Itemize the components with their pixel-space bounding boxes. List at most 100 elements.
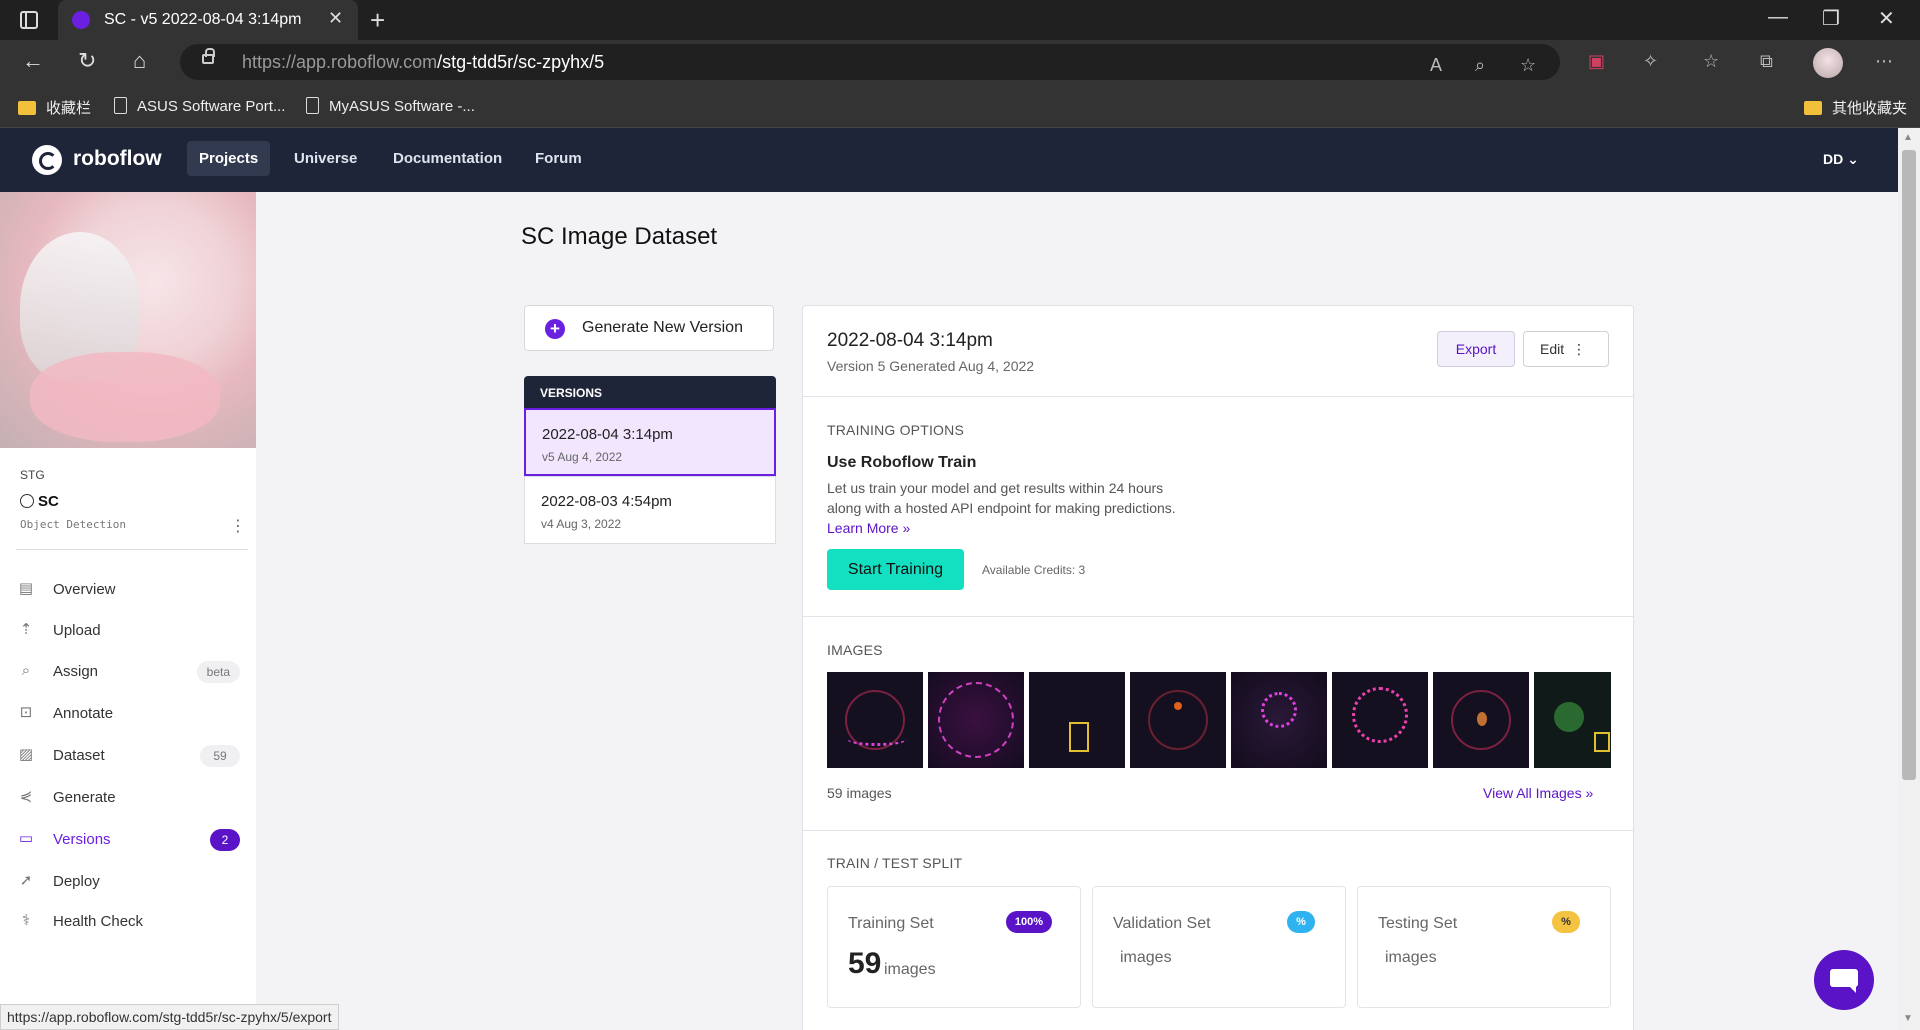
- extensions-icon[interactable]: ✧: [1643, 51, 1658, 72]
- version-title: 2022-08-04 3:14pm: [827, 330, 993, 351]
- read-aloud-icon[interactable]: A: [1430, 55, 1442, 76]
- app-navbar: roboflow Projects Universe Documentation…: [0, 128, 1898, 192]
- sidebar-item-annotate[interactable]: ⊡ Annotate: [16, 699, 240, 729]
- training-title: Use Roboflow Train: [827, 454, 977, 471]
- view-all-images-link[interactable]: View All Images »: [1483, 785, 1593, 801]
- image-thumbnail[interactable]: [1231, 672, 1327, 768]
- training-description: Let us train your model and get results …: [827, 480, 1176, 536]
- project-menu-icon[interactable]: ⋮: [230, 516, 246, 536]
- testing-percent-badge: %: [1552, 911, 1580, 933]
- image-thumbnail[interactable]: [1433, 672, 1529, 768]
- sidebar-item-generate[interactable]: ⋞ Generate: [16, 783, 240, 813]
- training-percent-badge: 100%: [1006, 911, 1052, 933]
- more-vertical-icon: ⋮: [1572, 341, 1586, 357]
- chat-widget-button[interactable]: [1814, 950, 1874, 1010]
- tab-title: SC - v5 2022-08-04 3:14pm: [104, 11, 302, 28]
- overview-icon: ▤: [18, 580, 34, 597]
- bookmark-folder[interactable]: 收藏栏: [18, 97, 91, 118]
- training-options-label: TRAINING OPTIONS: [827, 422, 964, 438]
- lock-icon[interactable]: [202, 48, 215, 64]
- available-credits: Available Credits: 3: [982, 563, 1086, 577]
- folder-icon: [1804, 101, 1822, 115]
- image-thumbnail[interactable]: [1029, 672, 1125, 768]
- refresh-icon[interactable]: ↻: [78, 48, 96, 74]
- scrollbar-thumb[interactable]: [1902, 150, 1916, 780]
- image-count: 59 images: [827, 785, 892, 801]
- project-image: [0, 192, 256, 448]
- back-icon[interactable]: ←: [22, 48, 44, 74]
- chevron-down-icon: ⌄: [1847, 151, 1859, 167]
- learn-more-link[interactable]: Learn More »: [827, 520, 910, 536]
- sidebar-item-health-check[interactable]: ⚕ Health Check: [16, 907, 240, 937]
- image-thumbnail[interactable]: [928, 672, 1024, 768]
- roboflow-favicon-icon: [72, 11, 90, 29]
- edit-button[interactable]: Edit ⋮: [1523, 331, 1609, 367]
- roboflow-app: roboflow Projects Universe Documentation…: [0, 128, 1898, 1030]
- profile-avatar[interactable]: [1813, 48, 1843, 78]
- version-card-v5[interactable]: 2022-08-04 3:14pm v5 Aug 4, 2022: [524, 408, 776, 476]
- url-text: https://app.roboflow.com/stg-tdd5r/sc-zp…: [242, 52, 605, 72]
- project-name: SC: [20, 493, 59, 510]
- version-card-v4[interactable]: 2022-08-03 4:54pm v4 Aug 3, 2022: [524, 476, 776, 544]
- page-title: SC Image Dataset: [521, 223, 718, 250]
- testing-set-box: Testing Set % images: [1357, 886, 1611, 1008]
- user-menu[interactable]: DD ⌄: [1823, 151, 1859, 168]
- nav-forum[interactable]: Forum: [535, 150, 582, 167]
- nav-documentation[interactable]: Documentation: [393, 150, 502, 167]
- close-tab-icon[interactable]: ✕: [328, 8, 343, 29]
- sidebar-item-versions[interactable]: ▭ Versions 2: [16, 825, 240, 855]
- minimize-icon[interactable]: —: [1768, 6, 1788, 29]
- bookmark-other-folder[interactable]: 其他收藏夹: [1804, 97, 1907, 118]
- image-thumbnail[interactable]: [1130, 672, 1226, 768]
- nav-projects[interactable]: Projects: [187, 141, 271, 176]
- sidebar-item-deploy[interactable]: ➚ Deploy: [16, 867, 240, 897]
- restore-icon[interactable]: ❐: [1822, 6, 1840, 31]
- tab-actions-icon[interactable]: [20, 11, 38, 29]
- sidebar-item-overview[interactable]: ▤ Overview: [16, 575, 240, 605]
- images-label: IMAGES: [827, 642, 883, 658]
- divider: [803, 396, 1633, 397]
- zoom-icon[interactable]: ⌕: [1475, 55, 1485, 76]
- browser-toolbar: ← ↻ ⌂ https://app.roboflow.com/stg-tdd5r…: [0, 40, 1920, 85]
- folder-icon: [18, 101, 36, 115]
- export-button[interactable]: Export: [1437, 331, 1515, 367]
- nav-universe[interactable]: Universe: [294, 150, 357, 167]
- logo-text[interactable]: roboflow: [73, 147, 162, 171]
- versions-icon: ▭: [18, 830, 34, 847]
- validation-percent-badge: %: [1287, 911, 1315, 933]
- bookmark-asus-portal[interactable]: ASUS Software Port...: [114, 97, 285, 115]
- more-icon[interactable]: ⋯: [1875, 51, 1893, 72]
- search-icon: ⌕: [21, 662, 31, 679]
- image-thumbnail[interactable]: [827, 672, 923, 768]
- sidebar-item-assign[interactable]: ⌕ Assign beta: [16, 657, 240, 687]
- training-set-box: Training Set 100% 59 images: [827, 886, 1081, 1008]
- globe-icon: [20, 494, 34, 508]
- favorite-add-icon[interactable]: ☆: [1520, 55, 1536, 76]
- image-thumbnail[interactable]: [1534, 672, 1611, 768]
- extension-icon[interactable]: ▣: [1588, 51, 1605, 72]
- browser-tab[interactable]: SC - v5 2022-08-04 3:14pm ✕: [58, 0, 358, 40]
- bookmark-myasus[interactable]: MyASUS Software -...: [306, 97, 475, 115]
- dataset-icon: ▨: [18, 746, 34, 763]
- new-tab-button[interactable]: +: [370, 5, 385, 36]
- image-thumbnail[interactable]: [1332, 672, 1428, 768]
- scroll-down-icon[interactable]: ▼: [1903, 1013, 1913, 1024]
- sidebar-item-upload[interactable]: ⇡ Upload: [16, 616, 240, 646]
- home-icon[interactable]: ⌂: [133, 48, 146, 74]
- divider: [803, 830, 1633, 831]
- roboflow-logo-icon[interactable]: [32, 145, 62, 175]
- collections-icon[interactable]: ⧉: [1760, 51, 1773, 72]
- divider: [16, 549, 248, 550]
- training-count: 59: [848, 947, 882, 980]
- address-bar[interactable]: https://app.roboflow.com/stg-tdd5r/sc-zp…: [180, 44, 1560, 80]
- status-bar-url: https://app.roboflow.com/stg-tdd5r/sc-zp…: [0, 1004, 339, 1030]
- scroll-up-icon[interactable]: ▲: [1903, 132, 1913, 143]
- generate-new-version-button[interactable]: + Generate New Version: [524, 305, 774, 351]
- close-window-icon[interactable]: ✕: [1878, 6, 1895, 31]
- start-training-button[interactable]: Start Training: [827, 549, 964, 590]
- versions-header: VERSIONS: [524, 376, 776, 408]
- sidebar-item-dataset[interactable]: ▨ Dataset 59: [16, 741, 240, 771]
- page-scrollbar[interactable]: ▲ ▼: [1898, 128, 1920, 1030]
- divider: [803, 616, 1633, 617]
- favorites-icon[interactable]: ☆: [1703, 51, 1719, 72]
